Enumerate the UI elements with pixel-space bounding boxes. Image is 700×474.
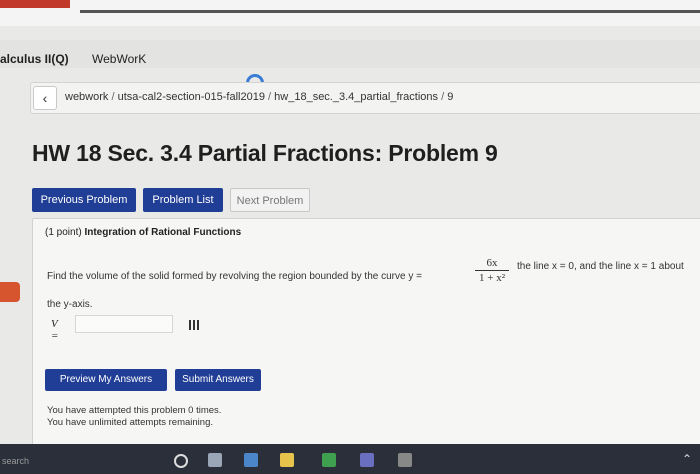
attempts-count: You have attempted this problem 0 times. xyxy=(47,405,222,416)
breadcrumb-item-set[interactable]: hw_18_sec._3.4_partial_fractions xyxy=(274,91,438,103)
brand-mark xyxy=(0,0,70,8)
cortana-icon[interactable] xyxy=(174,454,188,468)
answer-label: V = xyxy=(51,318,59,342)
back-button[interactable]: ‹ xyxy=(33,86,57,110)
system-tray-icon[interactable]: ⌃ xyxy=(682,452,692,466)
page-title: HW 18 Sec. 3.4 Partial Fractions: Proble… xyxy=(32,140,498,166)
attempts-info: You have attempted this problem 0 times.… xyxy=(47,405,221,429)
top-chrome xyxy=(0,0,700,26)
submit-answers-button[interactable]: Submit Answers xyxy=(175,369,261,391)
tab-calculus[interactable]: alculus II(Q) xyxy=(0,52,69,66)
preview-answers-button[interactable]: Preview My Answers xyxy=(45,369,167,391)
browser-tabs: alculus II(Q) WebWorK xyxy=(0,40,700,68)
statement-prefix: Find the volume of the solid formed by r… xyxy=(47,271,422,282)
app-icon-2[interactable] xyxy=(398,453,412,467)
top-divider xyxy=(80,10,700,13)
os-taskbar: search ⌃ xyxy=(0,444,700,474)
statement-line2: the y-axis. xyxy=(47,299,93,310)
problem-list-button[interactable]: Problem List xyxy=(143,188,223,212)
side-tab[interactable] xyxy=(0,282,20,302)
problem-topic: Integration of Rational Functions xyxy=(84,227,242,238)
app-icon[interactable] xyxy=(360,453,374,467)
problem-panel: (1 point) Integration of Rational Functi… xyxy=(32,218,700,446)
points-label: (1 point) xyxy=(45,227,82,238)
curve-fraction: 6x 1 + x² xyxy=(475,257,509,284)
breadcrumb: ‹ webwork / utsa-cal2-section-015-fall20… xyxy=(30,82,700,114)
breadcrumb-separator: / xyxy=(268,91,272,103)
fraction-denominator: 1 + x² xyxy=(478,272,505,284)
breadcrumb-item-course[interactable]: utsa-cal2-section-015-fall2019 xyxy=(118,91,265,103)
task-view-icon[interactable] xyxy=(208,453,222,467)
breadcrumb-item-problem: 9 xyxy=(447,91,454,103)
breadcrumb-separator: / xyxy=(441,91,445,103)
previous-problem-button[interactable]: Previous Problem xyxy=(32,188,136,212)
breadcrumb-separator: / xyxy=(111,91,115,103)
fraction-numerator: 6x xyxy=(475,257,509,271)
edge-icon[interactable] xyxy=(244,453,258,467)
chevron-left-icon: ‹ xyxy=(42,90,48,106)
taskbar-search[interactable]: search xyxy=(2,456,29,466)
statement-suffix: the line x = 0, and the line x = 1 about xyxy=(517,261,684,272)
tab-webwork[interactable]: WebWorK xyxy=(92,52,146,66)
answer-input[interactable] xyxy=(75,315,173,333)
next-problem-button[interactable]: Next Problem xyxy=(230,188,310,212)
breadcrumb-item-webwork[interactable]: webwork xyxy=(65,91,108,103)
problem-header: (1 point) Integration of Rational Functi… xyxy=(45,227,241,238)
breadcrumb-path: webwork / utsa-cal2-section-015-fall2019… xyxy=(65,91,453,103)
attempts-remaining: You have unlimited attempts remaining. xyxy=(47,417,213,428)
keypad-icon[interactable] xyxy=(189,320,199,330)
store-icon[interactable] xyxy=(322,453,336,467)
file-explorer-icon[interactable] xyxy=(280,453,294,467)
